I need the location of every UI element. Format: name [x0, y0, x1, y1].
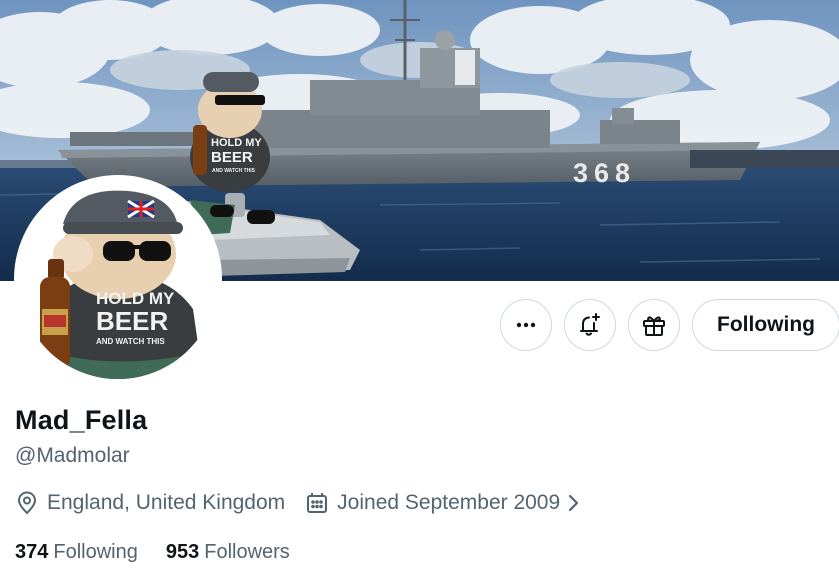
notifications-button[interactable] — [564, 299, 616, 351]
following-count: 374 — [15, 541, 49, 563]
sticker-text-line-1: HOLD MY — [211, 137, 262, 149]
hull-number: 368 — [573, 158, 636, 188]
following-stat[interactable]: 374 Following — [15, 541, 138, 564]
profile-page: 368 HOLD MY BEER AND WATCH THIS HOLD MY … — [0, 0, 839, 569]
shirt-text-line-2: BEER — [96, 306, 168, 336]
more-button[interactable] — [500, 299, 552, 351]
follow-stats: 374 Following 953 Followers — [15, 541, 318, 564]
bell-plus-icon — [577, 312, 603, 338]
sticker-text-line-2: BEER — [211, 149, 253, 166]
more-horizontal-icon — [515, 314, 537, 336]
profile-meta: England, United Kingdom Joined September… — [15, 491, 600, 515]
followers-count: 953 — [165, 541, 200, 563]
location-pin-icon — [15, 491, 39, 515]
chevron-right-icon — [566, 492, 580, 514]
gift-button[interactable] — [628, 299, 680, 351]
avatar[interactable]: HOLD MY BEER AND WATCH THIS — [14, 175, 222, 383]
joined-text: Joined September 2009 — [337, 491, 561, 514]
gift-icon — [641, 312, 667, 338]
followers-label: Followers — [204, 541, 290, 563]
shirt-text-line-3: AND WATCH THIS — [96, 337, 165, 346]
calendar-icon — [305, 491, 329, 515]
location-text: England, United Kingdom — [47, 491, 286, 514]
location-item: England, United Kingdom — [15, 491, 285, 515]
following-button[interactable]: Following — [692, 299, 839, 351]
user-handle: @Madmolar — [15, 444, 130, 467]
followers-stat[interactable]: 953 Followers — [166, 541, 290, 564]
profile-actions: Following — [500, 299, 839, 351]
display-name: Mad_Fella — [15, 405, 148, 435]
joined-item[interactable]: Joined September 2009 — [305, 491, 580, 515]
sticker-text-line-3: AND WATCH THIS — [212, 168, 256, 174]
cat-sticker: HOLD MY BEER AND WATCH THIS — [190, 72, 275, 235]
following-label: Following — [53, 541, 138, 563]
